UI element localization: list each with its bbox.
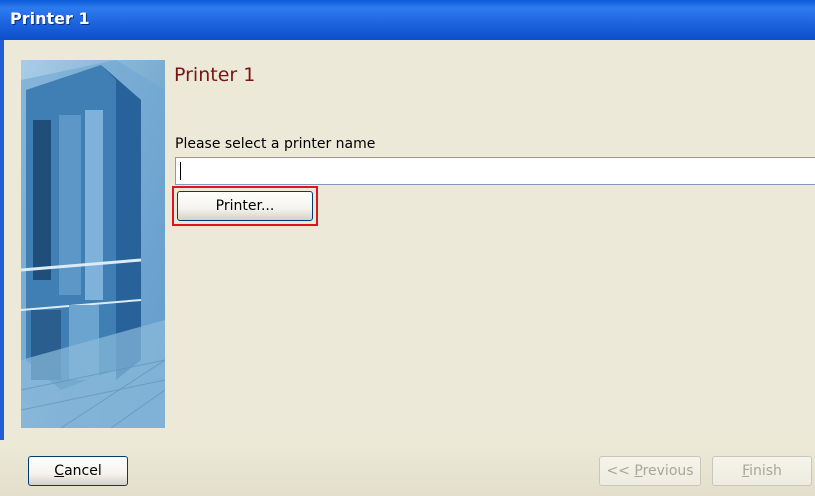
cancel-accesskey: C xyxy=(54,463,65,479)
cancel-button[interactable]: Cancel xyxy=(28,456,128,486)
previous-label-rest: revious xyxy=(642,463,694,479)
previous-accesskey: P xyxy=(634,463,643,479)
server-rack-illustration xyxy=(21,60,165,428)
printer-browse-button[interactable]: Printer... xyxy=(177,191,313,221)
wizard-side-image xyxy=(21,60,165,428)
previous-label-prefix: << xyxy=(606,463,635,479)
printer-name-input[interactable] xyxy=(175,157,815,185)
previous-button[interactable]: << Previous xyxy=(599,456,701,486)
page-title: Printer 1 xyxy=(174,64,256,86)
finish-button[interactable]: Finish xyxy=(712,456,812,486)
cancel-label-rest: ancel xyxy=(64,463,102,479)
window-title: Printer 1 xyxy=(10,9,90,28)
finish-label-rest: inish xyxy=(749,463,782,479)
text-caret xyxy=(180,162,181,180)
printer-name-label: Please select a printer name xyxy=(175,136,376,152)
window-titlebar[interactable]: Printer 1 xyxy=(0,0,815,41)
